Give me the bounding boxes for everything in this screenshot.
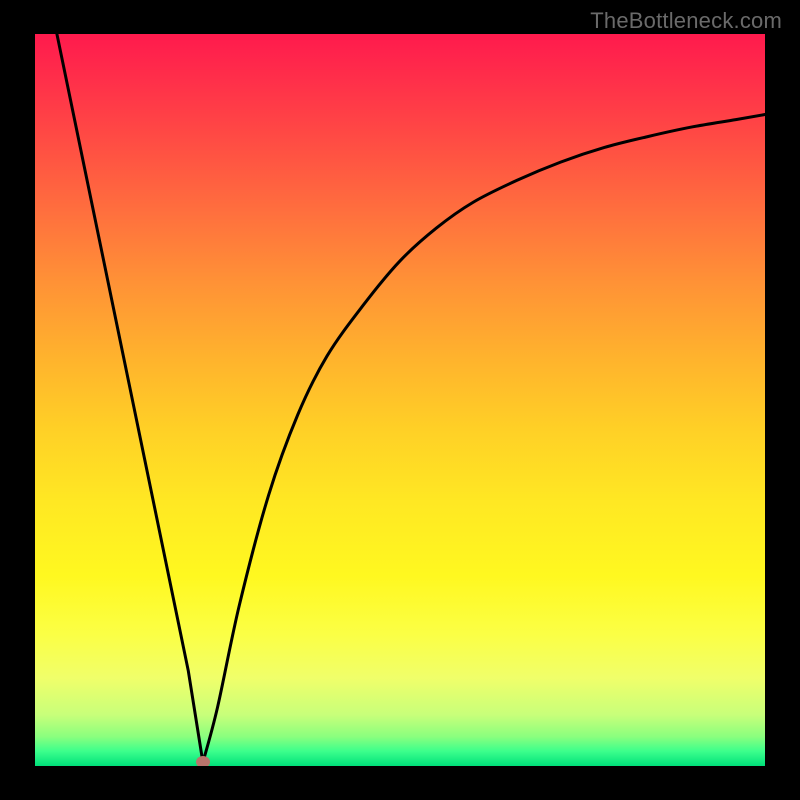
optimal-point-marker (196, 756, 210, 766)
bottleneck-curve (35, 34, 765, 766)
watermark-text: TheBottleneck.com (590, 8, 782, 34)
chart-area (35, 34, 765, 766)
